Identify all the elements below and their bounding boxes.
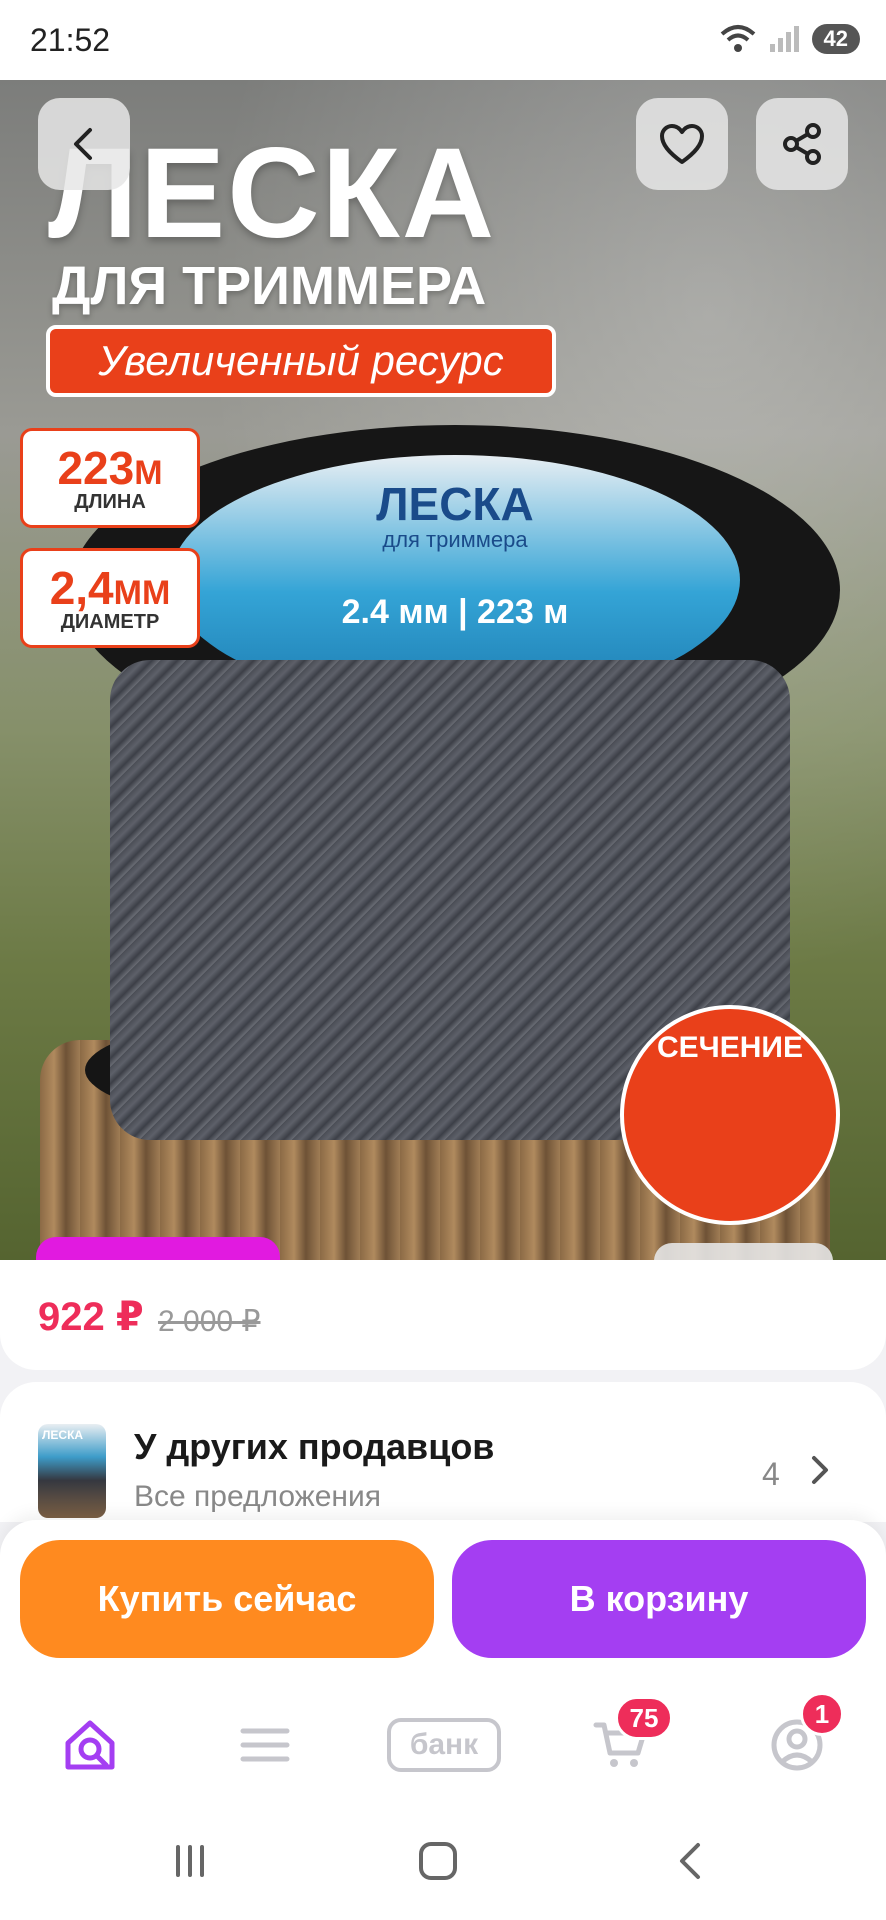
old-price: 2 000 ₽	[158, 1305, 261, 1338]
section-seal: СЕЧЕНИЕ	[620, 1005, 840, 1225]
length-label: ДЛИНА	[74, 491, 146, 513]
diameter-value: 2,4	[49, 562, 114, 614]
bank-label: банк	[387, 1718, 501, 1772]
action-bar: Купить сейчас В корзину	[0, 1520, 886, 1680]
thumbnail-text: ЛЕСКА	[42, 1428, 84, 1442]
seal-text: СЕЧЕНИЕ	[656, 1031, 803, 1064]
similar-button[interactable]: Похожие	[654, 1243, 833, 1260]
home-square-icon	[419, 1842, 457, 1880]
bottom-tab-bar: банк 75 1	[0, 1680, 886, 1800]
sellers-count: 4	[762, 1456, 780, 1492]
home-search-icon	[65, 1720, 115, 1770]
image-subtitle: ДЛЯ ТРИММЕРА	[52, 256, 487, 316]
share-button[interactable]	[756, 98, 848, 190]
chevron-right-icon	[812, 1456, 828, 1484]
tab-home[interactable]	[45, 1710, 135, 1780]
tab-cart[interactable]: 75	[575, 1696, 673, 1780]
wifi-icon	[720, 25, 755, 52]
battery-indicator: 42	[811, 24, 860, 54]
hashtag-chip[interactable]: #корзинавб	[36, 1237, 280, 1260]
sellers-thumbnail: ЛЕСКА	[38, 1424, 106, 1518]
system-nav-bar	[0, 1800, 886, 1920]
diameter-badge: 2,4ММ ДИАМЕТР	[20, 548, 200, 648]
sellers-title: У других продавцов	[134, 1426, 495, 1467]
sellers-subtitle: Все предложения	[134, 1480, 382, 1513]
profile-count-badge: 1	[800, 1692, 844, 1736]
chevron-left-icon	[74, 128, 92, 160]
back-button[interactable]	[38, 98, 130, 190]
other-sellers-row[interactable]: ЛЕСКА У других продавцов Все предложения…	[0, 1382, 886, 1522]
price-card: 922 ₽ 2 000 ₽	[0, 1260, 886, 1370]
image-ribbon: Увеличенный ресурс	[46, 325, 556, 397]
length-badge: 223М ДЛИНА	[20, 428, 200, 528]
recent-apps-icon	[176, 1845, 204, 1877]
add-to-cart-button[interactable]: В корзину	[452, 1540, 866, 1658]
buy-now-button[interactable]: Купить сейчас	[20, 1540, 434, 1658]
spool-label-title: ЛЕСКА	[376, 478, 534, 530]
heart-icon	[660, 124, 704, 164]
favorite-button[interactable]	[636, 98, 728, 190]
length-unit: М	[134, 454, 163, 492]
home-button[interactable]	[408, 1836, 468, 1886]
share-icon	[783, 123, 821, 165]
current-price: 922 ₽	[38, 1295, 144, 1339]
status-bar: 21:52 42	[0, 0, 886, 80]
spool-label-spec: 2.4 мм | 223 м	[341, 593, 569, 631]
status-time: 21:52	[30, 22, 111, 58]
tab-catalog[interactable]	[220, 1710, 310, 1780]
status-icons: 42	[718, 24, 860, 54]
tab-bank[interactable]: банк	[384, 1710, 504, 1780]
menu-icon	[240, 1728, 290, 1762]
diameter-unit: ММ	[113, 574, 171, 612]
spool-label-subtitle: для триммера	[382, 527, 528, 552]
cart-count-badge: 75	[615, 1696, 673, 1740]
system-back-button[interactable]	[660, 1836, 720, 1886]
back-arrow-icon	[680, 1843, 700, 1879]
signal-icon	[769, 26, 799, 52]
tab-profile[interactable]: 1	[752, 1692, 844, 1780]
product-image[interactable]: ЛЕСКА ДЛЯ ТРИММЕРА Увеличенный ресурс ЛЕ…	[0, 80, 886, 1260]
length-value: 223	[57, 442, 135, 494]
recent-apps-button[interactable]	[160, 1836, 220, 1886]
